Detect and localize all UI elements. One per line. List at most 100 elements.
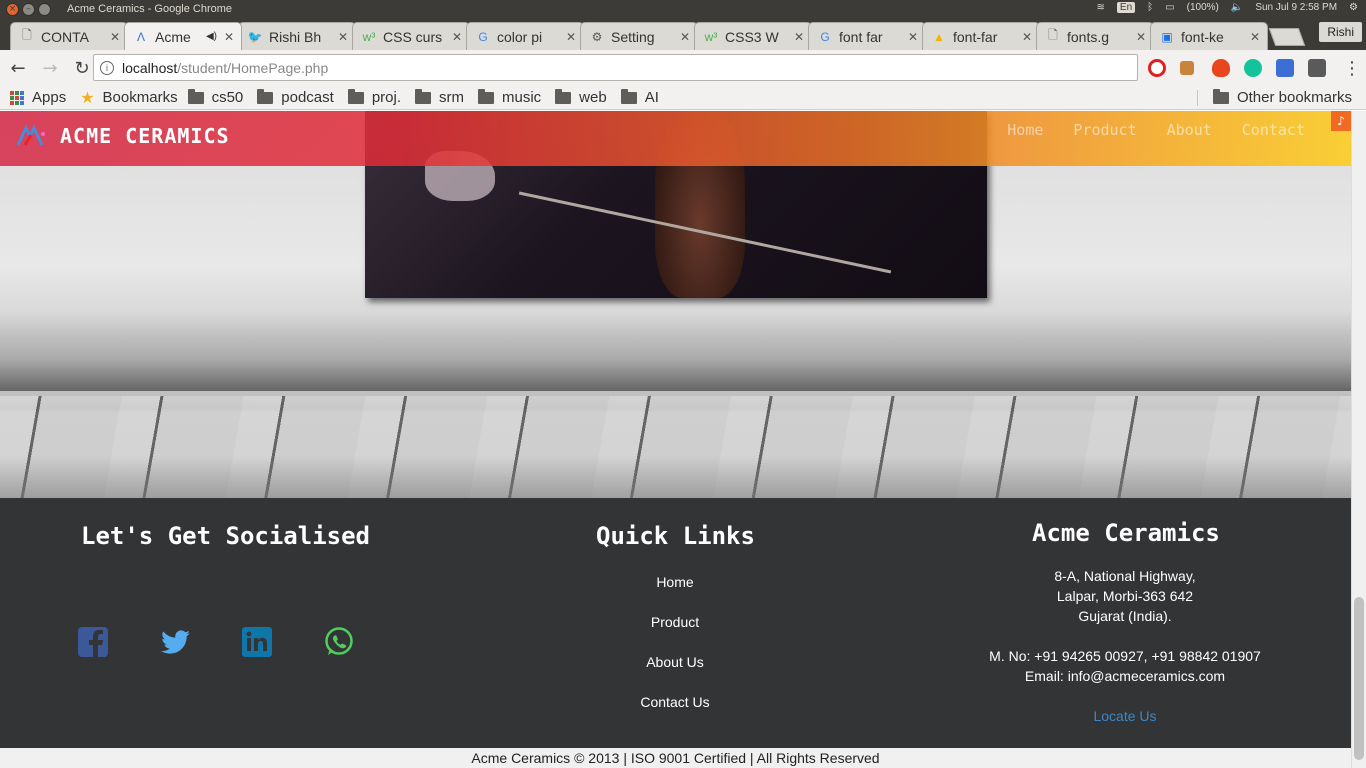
quick-link-product[interactable]: Product	[575, 614, 775, 630]
tab-close-icon[interactable]: ✕	[107, 30, 123, 44]
star-icon: ★	[80, 89, 95, 107]
window-controls: × –	[6, 3, 51, 16]
grammarly-icon[interactable]	[1244, 59, 1262, 77]
bookmark-folder[interactable]: music	[478, 88, 542, 106]
tab-close-icon[interactable]: ✕	[335, 30, 351, 44]
opera-extension-icon[interactable]	[1148, 59, 1166, 77]
tab-close-icon[interactable]: ✕	[221, 30, 237, 44]
twitter-icon: 🐦	[247, 29, 263, 44]
browser-tab[interactable]: ▣ font-ke ✕	[1150, 22, 1268, 50]
twitter-icon[interactable]	[159, 626, 191, 658]
quick-link-about-us[interactable]: About Us	[575, 654, 775, 670]
address-line: Lalpar, Morbi-363 642	[1056, 588, 1194, 604]
tab-close-icon[interactable]: ✕	[1247, 30, 1263, 44]
quick-link-contact-us[interactable]: Contact Us	[575, 694, 775, 710]
browser-tab[interactable]: ⚙ Setting ✕	[580, 22, 698, 50]
browser-tab[interactable]: Ʌ Acme ◀) ✕	[124, 22, 242, 50]
site-info-icon[interactable]: i	[100, 60, 114, 75]
facebook-icon[interactable]	[77, 626, 109, 658]
nav-link-product[interactable]: Product	[1073, 121, 1136, 139]
back-button[interactable]: ←	[4, 54, 32, 82]
browser-tab[interactable]: 🗋 CONTA ✕	[10, 22, 128, 50]
window-title: Acme Ceramics - Google Chrome	[67, 3, 233, 15]
address-bar[interactable]: i localhost/student/HomePage.php	[93, 54, 1138, 81]
bookmark-label: web	[579, 89, 607, 106]
volume-icon[interactable]: 🔈	[1231, 2, 1243, 13]
settings-gear-icon[interactable]: ⚙	[1349, 2, 1358, 13]
quick-link-home[interactable]: Home	[575, 574, 775, 590]
w3schools-icon: w³	[362, 29, 376, 44]
chat-extension-icon[interactable]	[1276, 59, 1294, 77]
browser-tab[interactable]: Gcolor pi ✕	[466, 22, 584, 50]
linkedin-icon[interactable]	[241, 626, 273, 658]
brand[interactable]: ACME CERAMICS	[16, 124, 230, 148]
browser-toolbar: ← → ↻ i localhost/student/HomePage.php ⋮	[0, 50, 1366, 86]
browser-tab[interactable]: ▲ font-far ✕	[922, 22, 1040, 50]
tab-close-icon[interactable]: ✕	[563, 30, 579, 44]
nav-link-about[interactable]: About	[1167, 121, 1212, 139]
folder-icon	[257, 88, 274, 104]
tab-close-icon[interactable]: ✕	[905, 30, 921, 44]
site-nav: Home Product About Contact	[977, 121, 1305, 139]
folder-icon	[347, 88, 364, 104]
email-address[interactable]: Email: info@acmeceramics.com	[925, 666, 1325, 686]
browser-tab[interactable]: w³ CSS curs ✕	[352, 22, 470, 50]
tab-close-icon[interactable]: ✕	[1133, 30, 1149, 44]
tab-close-icon[interactable]: ✕	[1019, 30, 1035, 44]
bookmark-folder[interactable]: podcast	[257, 88, 334, 106]
tab-close-icon[interactable]: ✕	[677, 30, 693, 44]
profile-button[interactable]: Rishi	[1319, 22, 1362, 42]
reload-button[interactable]: ↻	[68, 54, 96, 82]
fire-extension-icon[interactable]	[1212, 59, 1230, 77]
wifi-icon[interactable]: ≋	[1097, 2, 1105, 13]
bookmark-folder[interactable]: cs50	[187, 88, 244, 106]
close-window-button[interactable]: ×	[6, 3, 19, 16]
chat-icon: ▣	[1161, 29, 1173, 44]
browser-tab[interactable]: 🐦 Rishi Bh ✕	[238, 22, 356, 50]
w3schools-icon: w³	[704, 29, 718, 44]
bookmark-folder[interactable]: AI	[620, 88, 659, 106]
forward-button[interactable]: →	[36, 54, 64, 82]
bookmark-label: music	[502, 89, 542, 106]
nav-link-contact[interactable]: Contact	[1242, 121, 1305, 139]
bookmark-other[interactable]: Other bookmarks	[1212, 88, 1352, 106]
bookmark-apps[interactable]: Apps	[10, 89, 66, 106]
bookmark-label: Apps	[32, 89, 67, 106]
new-tab-button[interactable]	[1268, 28, 1306, 46]
keep-extension-icon[interactable]	[1308, 59, 1326, 77]
tab-title: font far	[839, 28, 883, 45]
tab-close-icon[interactable]: ✕	[449, 30, 465, 44]
bookmarks-separator	[1197, 90, 1198, 106]
tab-close-icon[interactable]: ✕	[791, 30, 807, 44]
clock[interactable]: Sun Jul 9 2:58 PM	[1255, 2, 1337, 13]
browser-tab[interactable]: w³ CSS3 W ✕	[694, 22, 812, 50]
music-note-icon[interactable]: ♪	[1331, 111, 1351, 131]
browser-tab[interactable]: Gfont far ✕	[808, 22, 926, 50]
bookmark-label: Other bookmarks	[1236, 89, 1352, 106]
tab-title: Rishi Bh	[269, 28, 322, 45]
extension-icon[interactable]	[1180, 61, 1194, 75]
bookmark-folder[interactable]: srm	[415, 88, 464, 106]
minimize-window-button[interactable]: –	[22, 3, 35, 16]
floor-shade	[0, 456, 1351, 498]
bookmark-folder[interactable]: proj.	[347, 88, 401, 106]
keyboard-language[interactable]: En	[1116, 2, 1136, 13]
locate-us-link[interactable]: Locate Us	[925, 708, 1325, 724]
bluetooth-icon[interactable]: ᛒ	[1147, 2, 1153, 13]
tab-title: CONTA	[41, 28, 89, 45]
tab-audio-icon[interactable]: ◀)	[206, 31, 217, 42]
nav-link-home[interactable]: Home	[1007, 121, 1043, 139]
bookmarks-bar: Apps ★ Bookmarks cs50 podcast proj. srm musi…	[0, 86, 1366, 110]
folder-icon	[620, 88, 637, 104]
scrollbar-thumb[interactable]	[1354, 597, 1364, 760]
bookmark-label: cs50	[211, 89, 244, 106]
browser-tab[interactable]: 🗋 fonts.g ✕	[1036, 22, 1154, 50]
bookmark-bookmarks[interactable]: ★ Bookmarks	[80, 88, 177, 108]
whatsapp-icon[interactable]	[323, 626, 355, 658]
maximize-window-button[interactable]	[38, 3, 51, 16]
bookmark-folder[interactable]: web	[555, 88, 607, 106]
tab-title: Acme	[155, 28, 191, 45]
chrome-menu-button[interactable]: ⋮	[1338, 54, 1366, 82]
battery-icon[interactable]: ▭	[1165, 2, 1174, 13]
page-scrollbar[interactable]	[1351, 111, 1366, 768]
